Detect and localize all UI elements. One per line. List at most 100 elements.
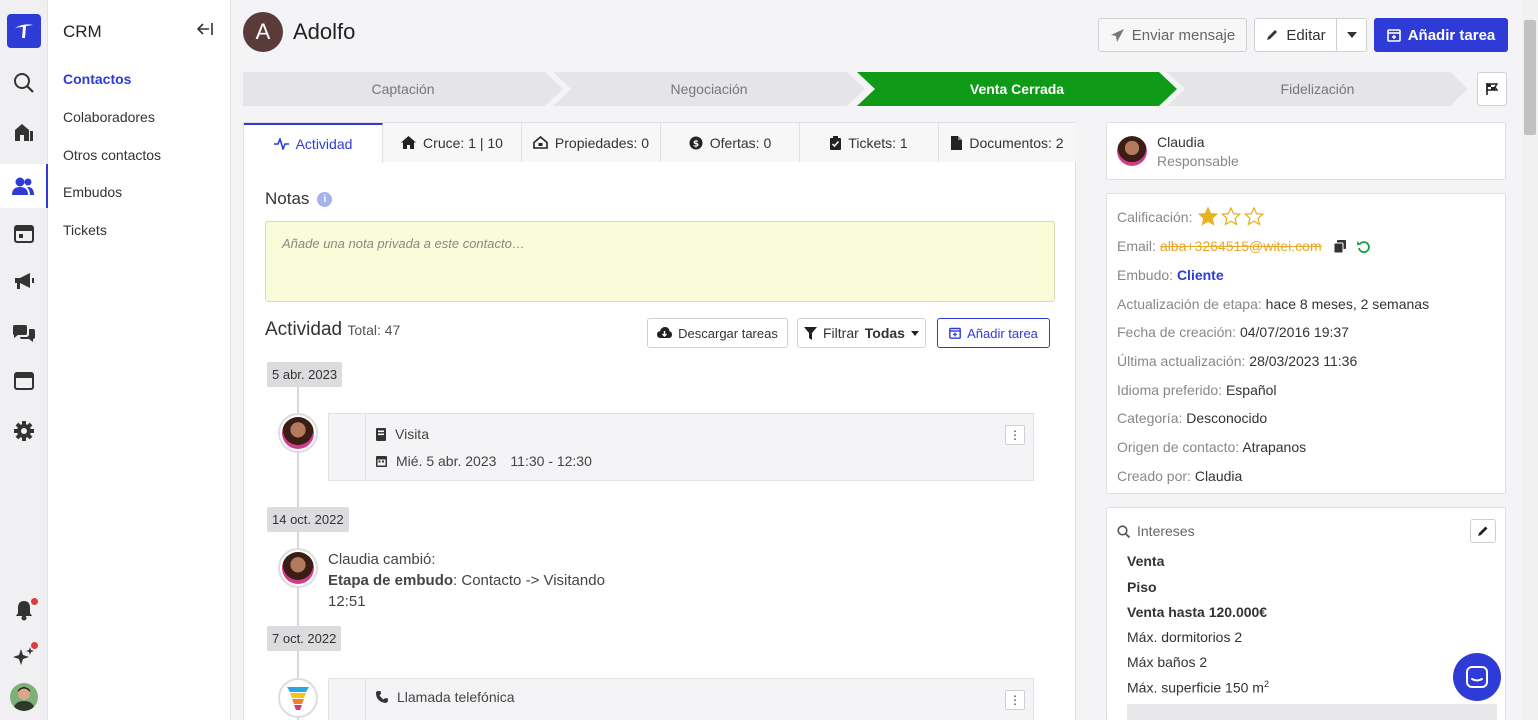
event-menu-button[interactable]: ⋮ [1005, 690, 1025, 710]
app-logo-icon[interactable] [7, 14, 41, 48]
created-value: 04/07/2016 19:37 [1240, 324, 1349, 340]
filter-dropdown[interactable]: Filtrar Todas [797, 318, 926, 348]
calendar-icon [376, 455, 387, 467]
event-menu-button[interactable]: ⋮ [1005, 425, 1025, 445]
search-icon[interactable] [0, 65, 48, 101]
send-message-button[interactable]: Enviar mensaje [1098, 18, 1247, 52]
pulse-icon [274, 138, 289, 150]
file-icon [951, 136, 962, 150]
subnav-item-colaboradores[interactable]: Colaboradores [63, 109, 155, 125]
star-filled-icon[interactable] [1198, 207, 1218, 226]
tab-tickets[interactable]: Tickets: 1 [800, 123, 939, 162]
undo-icon[interactable] [1357, 240, 1370, 253]
rating-stars[interactable] [1198, 207, 1264, 226]
stage-update-value: hace 8 meses, 2 semanas [1266, 296, 1429, 312]
calendar-icon[interactable] [0, 215, 48, 251]
download-tasks-button[interactable]: Descargar tareas [647, 318, 788, 348]
star-empty-icon[interactable] [1221, 207, 1241, 226]
add-task-outline-button[interactable]: Añadir tarea [937, 318, 1050, 348]
edit-button[interactable]: Editar [1254, 18, 1337, 52]
tab-label: Documentos: 2 [969, 135, 1063, 151]
change-value: : Contacto -> Visitando [453, 572, 605, 589]
owner-card: Claudia Responsable [1106, 122, 1506, 180]
user-avatar[interactable] [10, 683, 38, 711]
stage-captacion[interactable]: Captación [243, 72, 563, 106]
change-time: 12:51 [328, 591, 605, 612]
event-time: 11:30 - 12:30 [510, 453, 591, 469]
funnel-label: Embudo: [1117, 267, 1173, 283]
chat-icon[interactable] [0, 316, 48, 352]
interest-item: Máx. dormitorios 2 [1127, 629, 1242, 645]
stage-venta-cerrada[interactable]: Venta Cerrada [857, 72, 1177, 106]
flag-button[interactable] [1477, 72, 1507, 106]
edit-interests-button[interactable] [1470, 519, 1496, 543]
event-type: Visita [395, 426, 429, 442]
board-icon[interactable] [0, 363, 48, 399]
subnav-title: CRM [63, 22, 102, 42]
megaphone-icon[interactable] [0, 263, 48, 299]
support-chat-button[interactable] [1453, 653, 1501, 701]
tab-label: Actividad [296, 136, 353, 152]
collapse-sidebar-icon[interactable] [196, 22, 214, 41]
add-task-button[interactable]: Añadir tarea [1374, 18, 1508, 52]
activity-total: Total: 47 [347, 322, 400, 338]
subnav-item-contactos[interactable]: Contactos [63, 71, 131, 87]
crm-subnav: CRM Contactos Colaboradores Otros contac… [48, 0, 231, 720]
tab-label: Cruce: 1 | 10 [423, 135, 503, 151]
paper-plane-icon [1110, 28, 1125, 43]
email-label: Email: [1117, 238, 1156, 254]
star-empty-icon[interactable] [1244, 207, 1264, 226]
tab-documentos[interactable]: Documentos: 2 [939, 123, 1076, 162]
interests-map-placeholder [1127, 704, 1497, 720]
stage-negociacion[interactable]: Negociación [553, 72, 865, 106]
created-label: Fecha de creación: [1117, 324, 1236, 340]
language-label: Idioma preferido: [1117, 382, 1222, 398]
edit-dropdown-button[interactable] [1336, 18, 1367, 52]
call-event-card[interactable]: Llamada telefónica ⋮ [328, 678, 1034, 720]
creator-label: Creado por: [1117, 468, 1191, 484]
phone-icon [376, 691, 388, 703]
gear-icon[interactable] [0, 413, 48, 449]
contact-details-card: Calificación: Email: alba+3264515@witei.… [1106, 193, 1506, 494]
funnel-link[interactable]: Cliente [1177, 267, 1224, 283]
sparkles-icon[interactable] [0, 638, 48, 674]
svg-text:$: $ [693, 139, 699, 149]
calendar-plus-icon [1387, 28, 1401, 42]
tab-label: Ofertas: 0 [710, 135, 771, 151]
change-field: Etapa de embudo [328, 572, 453, 589]
info-icon[interactable]: i [317, 192, 332, 207]
stage-update-label: Actualización de etapa: [1117, 296, 1262, 312]
calendar-plus-icon [949, 327, 961, 339]
scrollbar-thumb[interactable] [1524, 20, 1536, 135]
flag-icon [1485, 82, 1499, 96]
claudia-avatar [278, 413, 318, 453]
tab-actividad[interactable]: Actividad [244, 123, 383, 163]
tab-ofertas[interactable]: $ Ofertas: 0 [661, 123, 800, 162]
tab-cruce[interactable]: Cruce: 1 | 10 [383, 123, 522, 162]
copy-icon[interactable] [1334, 240, 1347, 253]
private-note-input[interactable]: Añade una nota privada a este contacto… [265, 221, 1055, 302]
page-scrollbar[interactable] [1522, 0, 1538, 720]
cloud-download-icon [657, 327, 672, 339]
funnel-avatar-icon [278, 678, 318, 718]
subnav-item-embudos[interactable]: Embudos [63, 184, 122, 200]
owner-name: Claudia [1157, 134, 1204, 150]
stage-change-entry: Claudia cambió: Etapa de embudo: Contact… [328, 549, 605, 612]
home-icon [401, 136, 416, 149]
add-task-outline-label: Añadir tarea [967, 326, 1038, 341]
interests-card: Intereses Venta Piso Venta hasta 120.000… [1106, 507, 1506, 720]
subnav-item-otros-contactos[interactable]: Otros contactos [63, 147, 161, 163]
email-value[interactable]: alba+3264515@witei.com [1160, 238, 1322, 254]
pencil-icon [1477, 525, 1489, 537]
properties-icon[interactable] [0, 114, 48, 150]
stage-fidelizacion[interactable]: Fidelización [1167, 72, 1468, 106]
notifications-bell-icon[interactable] [0, 592, 48, 628]
tab-propiedades[interactable]: Propiedades: 0 [522, 123, 661, 162]
interest-item: Máx baños 2 [1127, 654, 1207, 670]
contacts-icon[interactable] [0, 164, 48, 208]
contact-tabs: Actividad Cruce: 1 | 10 Propiedades: 0 $… [244, 123, 1075, 162]
download-tasks-label: Descargar tareas [678, 326, 778, 341]
owner-role: Responsable [1157, 153, 1239, 169]
subnav-item-tickets[interactable]: Tickets [63, 222, 107, 238]
visit-event-card[interactable]: Visita Mié. 5 abr. 2023 11:30 - 12:30 ⋮ [328, 413, 1034, 481]
